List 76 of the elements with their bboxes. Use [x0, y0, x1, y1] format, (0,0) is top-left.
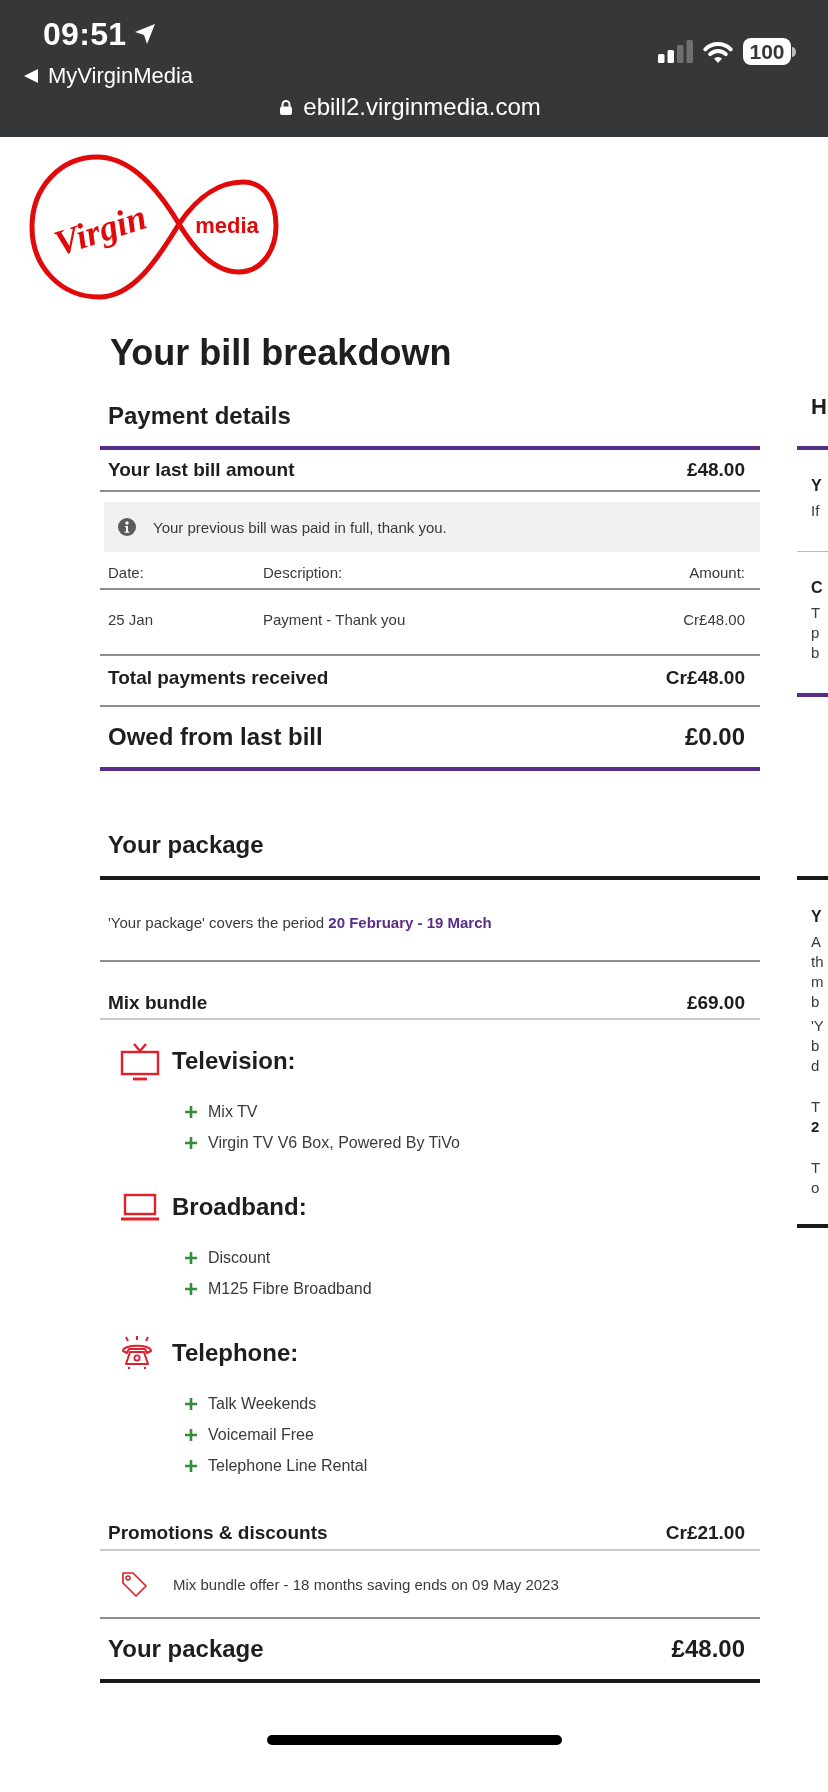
summary-amount: £69.00	[686, 991, 745, 1015]
plus-icon	[185, 1459, 197, 1472]
summary-label: Owed from last bill	[108, 725, 323, 749]
side-panel-text: o	[811, 1178, 820, 1198]
service-item: Telephone Line Rental	[208, 1456, 368, 1475]
address-bar[interactable]: ebill2.virginmedia.com	[279, 92, 541, 122]
side-panel-text: b	[811, 992, 820, 1012]
tv-icon	[120, 1041, 160, 1081]
service-item: M125 Fibre Broadband	[208, 1279, 372, 1298]
side-panel-text: p	[811, 623, 820, 643]
table-cell: Payment - Thank you	[263, 610, 406, 630]
back-triangle-icon	[24, 69, 38, 83]
offer-text: Mix bundle offer - 18 months saving ends on 09 May 2023	[173, 1575, 559, 1593]
summary-label: Your last bill amount	[108, 459, 295, 481]
summary-label: Promotions & discounts	[108, 1521, 328, 1545]
summary-amount: £48.00	[671, 1635, 745, 1663]
column-header: Date:	[108, 563, 144, 583]
side-panel-text: d	[811, 1056, 820, 1076]
plus-icon	[185, 1397, 197, 1410]
side-panel-text: 'Y	[811, 1016, 824, 1036]
service-item: Voicemail Free	[208, 1425, 314, 1444]
plus-icon	[185, 1251, 197, 1264]
service-item: Discount	[208, 1248, 271, 1267]
column-header: Description:	[263, 563, 343, 583]
back-link[interactable]: MyVirginMedia	[24, 62, 194, 90]
service-heading: Television:	[172, 1047, 296, 1075]
section-heading: Payment details	[108, 401, 291, 431]
clock-time: 09:51	[43, 15, 127, 54]
battery-tip-icon	[792, 46, 796, 57]
side-panel-text: th	[811, 952, 824, 972]
summary-label: Your package	[108, 1635, 264, 1663]
battery-level: 100	[743, 38, 791, 65]
summary-amount: Cr£21.00	[665, 1521, 745, 1545]
lock-icon	[279, 99, 294, 115]
info-icon	[118, 518, 136, 536]
service-item: Virgin TV V6 Box, Powered By TiVo	[208, 1133, 460, 1152]
summary-amount: Cr£48.00	[665, 668, 745, 688]
side-panel-text: 2	[811, 1117, 820, 1137]
side-panel-text: T	[811, 1097, 821, 1117]
location-arrow-icon	[134, 23, 157, 45]
signal-icon	[658, 40, 693, 63]
service-heading: Telephone:	[172, 1339, 299, 1367]
side-panel-text: A	[811, 932, 821, 952]
plus-icon	[185, 1105, 197, 1118]
summary-amount: £0.00	[684, 725, 745, 749]
side-panel-text: m	[811, 972, 824, 992]
plus-icon	[185, 1428, 197, 1441]
side-panel-text: If	[811, 501, 820, 521]
telephone-icon	[120, 1336, 154, 1370]
period-text: 'Your package' covers the period 20 February - 19 March	[108, 914, 492, 931]
side-panel-text: T	[811, 1158, 821, 1178]
side-panel-text: b	[811, 1036, 820, 1056]
section-heading: Your package	[108, 830, 264, 860]
side-panel-text: b	[811, 643, 820, 663]
brand-logo: Virgin media	[29, 154, 279, 300]
table-cell: 25 Jan	[108, 610, 154, 630]
laptop-icon	[120, 1193, 160, 1221]
service-item: Mix TV	[208, 1102, 258, 1121]
side-panel-title: C	[811, 578, 823, 598]
side-panel-title: Y	[811, 476, 822, 496]
wifi-icon	[702, 39, 734, 64]
plus-icon	[185, 1282, 197, 1295]
side-panel-text: T	[811, 603, 821, 623]
service-item: Talk Weekends	[208, 1394, 317, 1413]
service-heading: Broadband:	[172, 1193, 307, 1221]
table-cell: Cr£48.00	[683, 610, 745, 630]
side-panel-title: H	[811, 393, 827, 421]
tag-icon	[121, 1570, 148, 1598]
summary-amount: £48.00	[686, 459, 745, 481]
plus-icon	[185, 1136, 197, 1149]
side-panel-title: Y	[811, 907, 822, 927]
column-header: Amount:	[689, 563, 745, 583]
notice-text: Your previous bill was paid in full, thank you.	[153, 518, 447, 536]
page-title: Your bill breakdown	[110, 331, 452, 375]
summary-label: Mix bundle	[108, 991, 208, 1015]
summary-label: Total payments received	[108, 668, 329, 688]
